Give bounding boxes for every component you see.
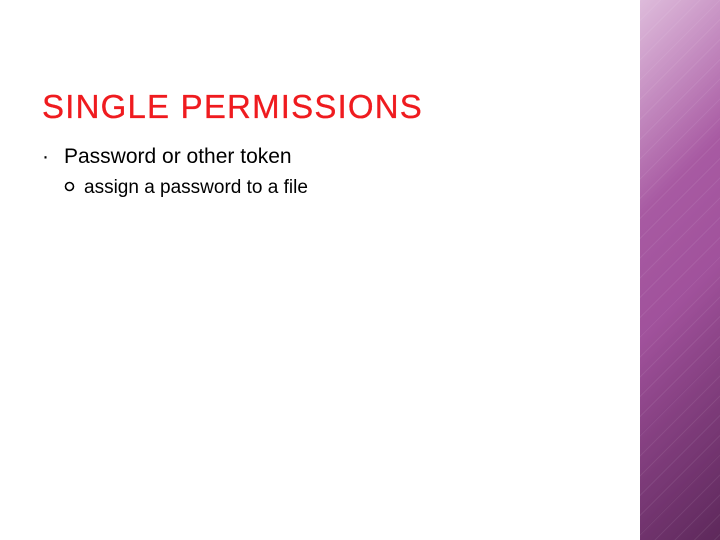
bullet-dot-icon: · bbox=[42, 144, 64, 170]
bullet-level-2-text: assign a password to a file bbox=[84, 176, 308, 200]
spacer bbox=[42, 34, 598, 88]
bullet-circle-icon bbox=[64, 176, 84, 192]
bullet-level-1-text: Password or other token bbox=[64, 144, 292, 170]
bullet-level-2: assign a password to a file bbox=[64, 176, 598, 200]
decorative-sidebar bbox=[640, 0, 720, 540]
slide-body: SINGLE PERMISSIONS · Password or other t… bbox=[0, 0, 640, 540]
bullet-level-1: · Password or other token bbox=[42, 144, 598, 170]
slide-title: SINGLE PERMISSIONS bbox=[42, 88, 598, 126]
